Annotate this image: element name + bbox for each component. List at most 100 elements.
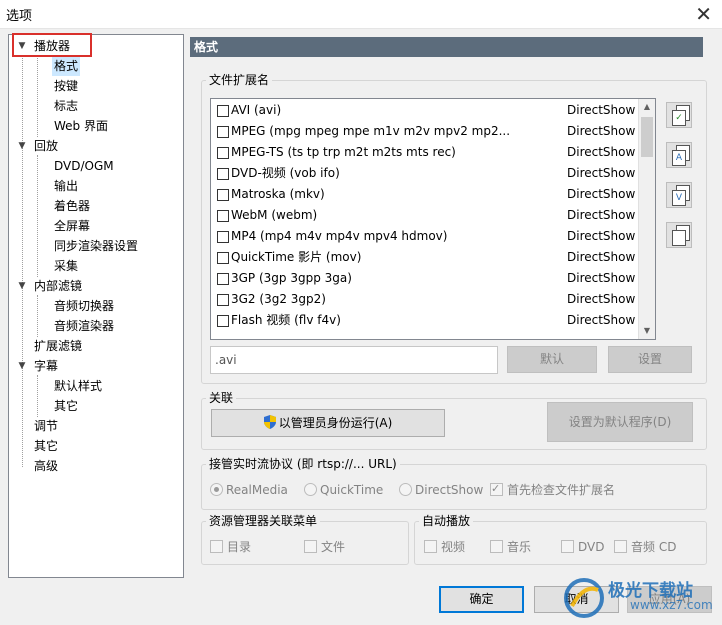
set-default-program-button[interactable]: 设置为默认程序(D) [547, 402, 693, 442]
watermark-site: www.xz7.com [630, 598, 713, 612]
radio-dot[interactable] [399, 483, 412, 496]
list-scrollbar[interactable]: ▲ ▼ [638, 99, 655, 339]
tree-item-label: 高级 [34, 459, 59, 473]
ok-button[interactable]: 确定 [439, 586, 524, 613]
list-item[interactable]: Flash 视频 (flv f4v) DirectShow [211, 310, 639, 331]
row-checkbox[interactable] [217, 252, 229, 264]
row-checkbox[interactable] [217, 189, 229, 201]
list-item[interactable]: QuickTime 影片 (mov) DirectShow [211, 247, 639, 268]
chevron-down-icon[interactable]: ▼ [17, 137, 27, 156]
checkbox-box[interactable] [490, 481, 503, 497]
assoc-group-label: 关联 [206, 391, 237, 405]
row-name: DVD-视频 (vob ifo) [231, 166, 340, 180]
row-name: QuickTime 影片 (mov) [231, 250, 362, 264]
checkbox-box[interactable] [490, 540, 503, 553]
tree-guide [37, 55, 38, 137]
tree-item-label: 着色器 [54, 199, 91, 213]
tree-item-label: 回放 [34, 139, 59, 153]
row-checkbox[interactable] [217, 273, 229, 285]
row-checkbox[interactable] [217, 168, 229, 180]
radio-realmedia[interactable]: RealMedia [210, 482, 288, 498]
file-ext-list[interactable]: AVI (avi) DirectShow MPEG (mpg mpeg mpe … [210, 98, 656, 340]
list-item[interactable]: 3G2 (3g2 3gp2) DirectShow [211, 289, 639, 310]
tree-item-label: 音频渲染器 [54, 319, 115, 333]
checkbox-box[interactable] [210, 540, 223, 553]
extension-field[interactable]: .avi [210, 346, 498, 374]
row-type: DirectShow [567, 313, 636, 327]
autoplay-dvd-checkbox[interactable]: DVD [561, 539, 604, 555]
list-item[interactable]: AVI (avi) DirectShow [211, 100, 639, 121]
row-name: MPEG-TS (ts tp trp m2t m2ts mts rec) [231, 145, 456, 159]
radio-dot[interactable] [304, 483, 317, 496]
chevron-down-icon[interactable]: ▼ [17, 277, 27, 296]
list-item[interactable]: MPEG-TS (ts tp trp m2t m2ts mts rec) Dir… [211, 142, 639, 163]
title-bar: 选项 ✕ [0, 0, 722, 29]
autoplay-music-checkbox[interactable]: 音乐 [490, 539, 531, 555]
list-item[interactable]: MPEG (mpg mpeg mpe m1v m2v mpv2 mp2... D… [211, 121, 639, 142]
list-item[interactable]: DVD-视频 (vob ifo) DirectShow [211, 163, 639, 184]
check-ext-first-checkbox[interactable]: 首先检查文件扩展名 [490, 481, 616, 498]
run-as-admin-button[interactable]: 以管理员身份运行(A) [211, 409, 445, 437]
chevron-down-icon[interactable]: ▼ [17, 357, 27, 376]
select-audio-button[interactable]: A [666, 142, 692, 168]
radio-label: QuickTime [320, 483, 384, 497]
row-checkbox[interactable] [217, 126, 229, 138]
tree-item-label: DVD/OGM [54, 159, 114, 173]
row-checkbox[interactable] [217, 105, 229, 117]
radio-dot[interactable] [210, 483, 223, 496]
dir-checkbox[interactable]: 目录 [210, 539, 251, 555]
tree-item-label: Web 界面 [54, 119, 108, 133]
options-tree[interactable]: ▼ 播放器 格式 按键 标志 Web 界面 ▼ 回放 DVD/OGM 输出 着色… [8, 34, 184, 578]
checkbox-box[interactable] [614, 540, 627, 553]
tree-item-label: 按键 [54, 79, 79, 93]
page-title: 格式 [190, 37, 703, 57]
checkbox-box[interactable] [561, 540, 574, 553]
chevron-down-icon[interactable]: ▼ [639, 323, 655, 339]
clear-all-button[interactable] [666, 222, 692, 248]
tree-item-label: 调节 [34, 419, 59, 433]
row-type: DirectShow [567, 292, 636, 306]
file-ext-group-label: 文件扩展名 [206, 73, 273, 87]
list-item[interactable]: 3GP (3gp 3gpp 3ga) DirectShow [211, 268, 639, 289]
watermark: 极光下载站 www.xz7.com [560, 574, 720, 624]
tree-item-label: 扩展滤镜 [34, 339, 83, 353]
row-checkbox[interactable] [217, 147, 229, 159]
tree-item-label: 采集 [54, 259, 79, 273]
checkbox-label: 首先检查文件扩展名 [507, 483, 616, 497]
file-checkbox[interactable]: 文件 [304, 539, 345, 555]
select-video-button[interactable]: V [666, 182, 692, 208]
autoplay-group-label: 自动播放 [419, 514, 474, 528]
row-type: DirectShow [567, 103, 636, 117]
window-title: 选项 [6, 9, 33, 24]
rtsp-group-label: 接管实时流协议 (即 rtsp://... URL) [206, 457, 400, 471]
row-name: AVI (avi) [231, 103, 282, 117]
row-checkbox[interactable] [217, 315, 229, 327]
scrollbar-thumb[interactable] [641, 117, 653, 157]
tree-item-label: 其它 [34, 439, 59, 453]
close-icon[interactable]: ✕ [695, 2, 712, 26]
checkbox-box[interactable] [304, 540, 317, 553]
row-name: 3G2 (3g2 3gp2) [231, 292, 326, 306]
row-type: DirectShow [567, 271, 636, 285]
row-checkbox[interactable] [217, 210, 229, 222]
row-checkbox[interactable] [217, 294, 229, 306]
radio-directshow[interactable]: DirectShow [399, 482, 483, 498]
autoplay-video-checkbox[interactable]: 视频 [424, 539, 465, 555]
row-name: MPEG (mpg mpeg mpe m1v m2v mpv2 mp2... [231, 124, 511, 138]
default-button[interactable]: 默认 [507, 346, 597, 373]
radio-quicktime[interactable]: QuickTime [304, 482, 383, 498]
autoplay-audiocd-checkbox[interactable]: 音频 CD [614, 539, 676, 555]
row-checkbox[interactable] [217, 231, 229, 243]
settings-button[interactable]: 设置 [608, 346, 692, 373]
tree-item-label: 格式 [52, 57, 81, 76]
tree-item-label: 字幕 [34, 359, 59, 373]
list-item[interactable]: MP4 (mp4 m4v mp4v mpv4 hdmov) DirectShow [211, 226, 639, 247]
checkbox-box[interactable] [424, 540, 437, 553]
list-item[interactable]: WebM (webm) DirectShow [211, 205, 639, 226]
select-all-button[interactable]: ✓ [666, 102, 692, 128]
tree-item-label: 标志 [54, 99, 79, 113]
list-item[interactable]: Matroska (mkv) DirectShow [211, 184, 639, 205]
explorer-group-label: 资源管理器关联菜单 [206, 514, 321, 528]
chevron-up-icon[interactable]: ▲ [639, 99, 655, 115]
radio-label: DirectShow [415, 483, 484, 497]
